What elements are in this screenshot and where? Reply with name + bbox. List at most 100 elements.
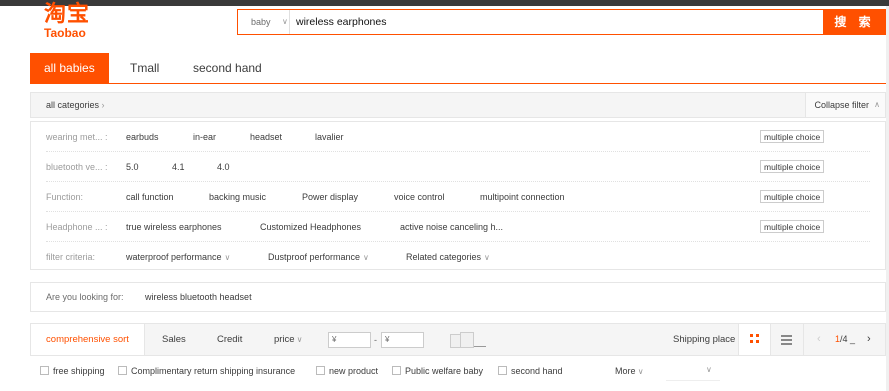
sort-comprehensive[interactable]: comprehensive sort <box>31 324 145 355</box>
filter-label: Public welfare baby <box>405 366 484 376</box>
attribute-value[interactable]: in-ear <box>193 122 216 152</box>
filter-dropdown[interactable]: Dustproof performance ∨ <box>268 242 369 273</box>
collapse-filter-label: Collapse filter <box>814 100 869 110</box>
pager: ‹ 1/4 _ › <box>803 324 888 355</box>
attribute-value[interactable]: 5.0 <box>126 152 139 182</box>
filter-dropdown-label: Dustproof performance <box>268 252 361 262</box>
chevron-up-icon: ∧ <box>874 100 880 109</box>
attribute-value[interactable]: backing music <box>209 182 266 212</box>
chevron-down-icon: ∨ <box>296 335 303 344</box>
multiple-choice-button[interactable]: multiple choice <box>760 220 825 233</box>
suggestion-link[interactable]: wireless bluetooth headset <box>145 283 252 311</box>
attribute-key: bluetooth ve... : <box>46 162 108 172</box>
price-slider[interactable] <box>450 332 486 348</box>
attribute-value[interactable]: headset <box>250 122 282 152</box>
attribute-value[interactable]: earbuds <box>126 122 159 152</box>
multiple-choice-button[interactable]: multiple choice <box>760 130 825 143</box>
attribute-key: filter criteria: <box>46 252 96 262</box>
checkbox-icon <box>392 366 401 375</box>
grid-icon <box>750 334 760 344</box>
attribute-value[interactable]: Power display <box>302 182 358 212</box>
logo-chinese-text: 淘宝 <box>44 2 91 27</box>
checkbox-icon <box>40 366 49 375</box>
attribute-value[interactable]: 4.1 <box>172 152 185 182</box>
attribute-value[interactable]: call function <box>126 182 174 212</box>
filter-checkbox-return-insurance[interactable]: Complimentary return shipping insurance <box>118 365 295 377</box>
checkbox-icon <box>316 366 325 375</box>
attribute-value[interactable]: Customized Headphones <box>260 212 361 242</box>
filter-dropdown[interactable]: waterproof performance ∨ <box>126 242 230 273</box>
chevron-down-icon: ∨ <box>363 253 369 262</box>
search-scope-select[interactable]: baby ∨ <box>238 10 290 34</box>
filter-dropdown-label: waterproof performance <box>126 252 222 262</box>
logo-english-text: Taobao <box>44 26 86 40</box>
attribute-row: wearing met... : earbuds in-ear headset … <box>31 122 885 152</box>
price-min-input[interactable]: ¥ <box>328 332 371 348</box>
sort-credit[interactable]: Credit <box>217 324 242 355</box>
tab-tmall[interactable]: Tmall <box>130 53 159 83</box>
multiple-choice-button[interactable]: multiple choice <box>760 190 825 203</box>
page-cursor: _ <box>850 334 856 344</box>
attribute-value[interactable]: lavalier <box>315 122 344 152</box>
grid-view-button[interactable] <box>738 324 771 355</box>
sort-bar: comprehensive sort Sales Credit price ∨ ¥… <box>30 323 886 356</box>
shipping-place-select[interactable]: Shipping place <box>673 324 735 355</box>
attribute-value[interactable]: true wireless earphones <box>126 212 222 242</box>
list-view-button[interactable] <box>770 324 803 355</box>
prev-page-icon[interactable]: ‹ <box>817 324 821 355</box>
sort-price[interactable]: price ∨ <box>274 324 302 355</box>
breadcrumb-bar: all categories › Collapse filter ∧ <box>30 92 886 118</box>
price-max-input[interactable]: ¥ <box>381 332 424 348</box>
chevron-down-icon: ∨ <box>484 253 490 262</box>
search-bar: baby ∨ <box>237 9 824 35</box>
taobao-logo[interactable]: 淘宝 Taobao <box>44 4 90 40</box>
filter-checkbox-new-product[interactable]: new product <box>316 365 378 377</box>
page-indicator: 1/4 _ <box>835 324 855 355</box>
suggestion-label: Are you looking for: <box>46 292 124 302</box>
attribute-value[interactable]: 4.0 <box>217 152 230 182</box>
chevron-down-icon: ∨ <box>224 253 231 262</box>
filter-label: free shipping <box>53 366 105 376</box>
more-label: More <box>615 366 636 376</box>
tab-all-babies[interactable]: all babies <box>30 53 109 83</box>
quick-filters: free shipping Complimentary return shipp… <box>30 357 886 385</box>
filter-label: second hand <box>511 366 563 376</box>
attribute-value[interactable]: voice control <box>394 182 445 212</box>
filter-checkbox-second-hand[interactable]: second hand <box>498 365 563 377</box>
top-bar <box>0 0 889 6</box>
chevron-down-icon: ∨ <box>282 17 288 26</box>
next-page-icon[interactable]: › <box>867 324 871 355</box>
filter-dropdown-label: Related categories <box>406 252 482 262</box>
chevron-down-icon: ∨ <box>635 367 644 376</box>
list-icon <box>781 335 792 347</box>
attribute-row: Function: call function backing music Po… <box>31 182 885 212</box>
all-categories-label: all categories <box>46 100 100 110</box>
attribute-value[interactable]: multipoint connection <box>480 182 565 212</box>
collapse-filter-button[interactable]: Collapse filter ∧ <box>805 93 885 117</box>
filter-checkbox-public-welfare[interactable]: Public welfare baby <box>392 365 483 377</box>
checkbox-icon <box>118 366 127 375</box>
attribute-filters: wearing met... : earbuds in-ear headset … <box>30 121 886 270</box>
page-total: /4 <box>840 334 848 344</box>
tab-second-hand[interactable]: second hand <box>193 53 262 83</box>
attribute-row: filter criteria: waterproof performance ∨… <box>31 242 885 272</box>
search-button[interactable]: 搜 索 <box>823 9 886 35</box>
all-categories-link[interactable]: all categories › <box>46 93 105 117</box>
chevron-right-icon: › <box>101 100 105 110</box>
checkbox-icon <box>498 366 507 375</box>
attribute-row: Headphone ... : true wireless earphones … <box>31 212 885 242</box>
sort-sales[interactable]: Sales <box>162 324 186 355</box>
filter-dropdown[interactable]: Related categories ∨ <box>406 242 490 273</box>
filter-checkbox-free-shipping[interactable]: free shipping <box>40 365 105 377</box>
attribute-key: wearing met... : <box>46 132 108 142</box>
filter-dropdown[interactable]: ∨ <box>666 361 720 381</box>
filter-label: new product <box>329 366 379 376</box>
filter-label: Complimentary return shipping insurance <box>131 366 296 376</box>
multiple-choice-button[interactable]: multiple choice <box>760 160 825 173</box>
more-filters-button[interactable]: More ∨ <box>615 365 644 378</box>
attribute-value[interactable]: active noise canceling h... <box>400 212 503 242</box>
sort-price-label: price <box>274 334 295 345</box>
chevron-down-icon: ∨ <box>706 365 712 374</box>
attribute-row: bluetooth ve... : 5.0 4.1 4.0 multiple c… <box>31 152 885 182</box>
search-input[interactable] <box>296 12 796 32</box>
